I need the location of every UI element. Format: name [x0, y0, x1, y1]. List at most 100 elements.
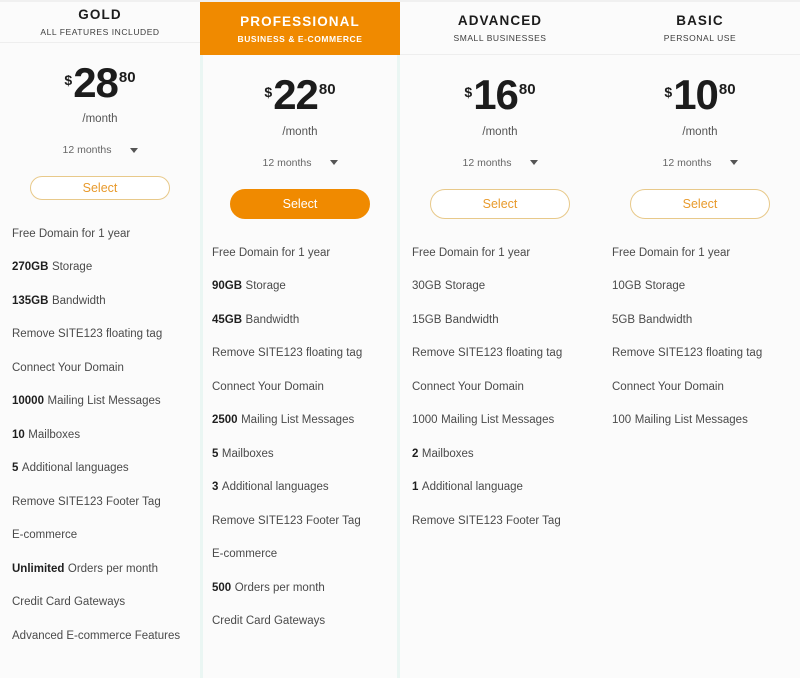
feature-item: Remove SITE123 floating tag [12, 327, 188, 361]
feature-item: 100 Mailing List Messages [612, 413, 788, 447]
feature-item: Remove SITE123 Footer Tag [212, 514, 388, 548]
feature-label: Storage [245, 280, 286, 293]
feature-item: Credit Card Gateways [212, 614, 388, 648]
feature-label: Credit Card Gateways [12, 596, 126, 608]
feature-item: Remove SITE123 floating tag [612, 346, 788, 380]
price-amount: 10 [673, 71, 719, 118]
feature-item: Remove SITE123 floating tag [412, 346, 588, 380]
plan-column-basic: BASIC PERSONAL USE $10 80/month 12 months Sel… [600, 0, 800, 678]
feature-value: 3 [212, 481, 219, 494]
feature-item: Connect Your Domain [412, 380, 588, 414]
plan-header: BASIC PERSONAL USE [600, 2, 800, 55]
currency-symbol: $ [64, 71, 73, 88]
pricing-table: GOLD ALL FEATURES INCLUDED $28 80/month 12 m… [0, 0, 800, 680]
feature-item: 10000 Mailing List Messages [12, 394, 188, 428]
feature-item: 5GB Bandwidth [612, 313, 788, 347]
billing-term-dropdown[interactable]: 12 months [262, 157, 338, 169]
feature-item: E-commerce [212, 547, 388, 581]
feature-value: 45GB [212, 313, 243, 326]
feature-label: Storage [444, 280, 486, 293]
feature-value: 2 [412, 447, 419, 460]
select-plan-button[interactable]: Select [430, 188, 570, 219]
price-block: $28 80/month [0, 58, 200, 125]
price-block: $16 80/month [400, 74, 600, 138]
chevron-down-icon [329, 160, 338, 166]
feature-value: 10GB [612, 280, 642, 293]
feature-item: 3 Additional languages [212, 480, 388, 514]
feature-value: 100 [612, 414, 632, 427]
feature-value: 5GB [612, 313, 636, 326]
feature-label: Mailing List Messages [47, 395, 161, 407]
billing-term-dropdown[interactable]: 12 months [62, 144, 138, 156]
feature-list: Free Domain for 1 year 10GB Storage 5GB Band… [600, 246, 800, 447]
feature-item: 10 Mailboxes [12, 428, 188, 462]
feature-value: 30GB [412, 280, 442, 293]
feature-label: Mailboxes [221, 447, 274, 460]
feature-item: 1 Additional language [412, 480, 588, 514]
feature-list: Free Domain for 1 year 30GB Storage 15GB Ban… [400, 246, 600, 548]
billing-term-dropdown[interactable]: 12 months [662, 157, 738, 169]
feature-label: Orders per month [234, 581, 325, 594]
feature-value: 2500 [212, 414, 238, 427]
feature-label: E-commerce [12, 529, 78, 541]
feature-label: Bandwidth [444, 313, 499, 326]
feature-list: Free Domain for 1 year 270GB Storage 135GB B… [0, 227, 200, 663]
feature-label: Mailboxes [28, 428, 81, 441]
feature-label: Additional languages [221, 481, 329, 494]
feature-label: Bandwidth [51, 294, 106, 307]
price-amount: 22 [273, 71, 319, 118]
select-plan-button[interactable]: Select [30, 176, 170, 200]
select-plan-button[interactable]: Select [630, 188, 770, 219]
feature-item: 135GB Bandwidth [12, 294, 188, 328]
price-cents: 80 [118, 68, 136, 86]
feature-label: E-commerce [212, 548, 278, 561]
feature-value: 90GB [212, 280, 243, 293]
feature-label: Mailing List Messages [634, 414, 748, 427]
feature-label: Remove SITE123 floating tag [612, 347, 763, 360]
feature-value: Unlimited [12, 562, 65, 575]
plan-name: GOLD [78, 6, 122, 22]
feature-label: Storage [51, 261, 93, 273]
billing-term-dropdown[interactable]: 12 months [462, 156, 538, 169]
feature-item: 500 Orders per month [212, 581, 388, 615]
feature-label: Mailing List Messages [441, 414, 555, 427]
feature-item: 15GB Bandwidth [412, 313, 588, 347]
feature-value: 1 [412, 481, 419, 494]
currency-symbol: $ [464, 84, 473, 100]
feature-item: 90GB Storage [212, 279, 388, 313]
feature-item: Connect Your Domain [212, 380, 388, 414]
plan-tagline: PERSONAL USE [663, 33, 737, 43]
feature-item: 5 Additional languages [12, 461, 188, 495]
feature-label: Bandwidth [245, 313, 300, 326]
price-amount: 28 [73, 58, 119, 106]
feature-value: 270GB [12, 261, 49, 273]
select-plan-button[interactable]: Select [230, 188, 370, 219]
feature-value: 500 [212, 581, 232, 594]
feature-item: Free Domain for 1 year [12, 227, 188, 261]
feature-item: Free Domain for 1 year [212, 246, 388, 280]
price-block: $22 80/month [200, 71, 400, 138]
price-period: /month [282, 125, 318, 138]
price-period: /month [482, 125, 518, 138]
price-period: /month [682, 125, 718, 138]
feature-item: 1000 Mailing List Messages [412, 413, 588, 447]
plan-tagline: BUSINESS & E-COMMERCE [237, 33, 363, 44]
billing-term-label: 12 months [462, 156, 512, 169]
plan-column-gold: GOLD ALL FEATURES INCLUDED $28 80/month 12 m… [0, 0, 204, 680]
feature-item: 2500 Mailing List Messages [212, 413, 388, 447]
feature-label: Remove SITE123 floating tag [12, 328, 163, 340]
feature-item: 10GB Storage [612, 279, 788, 313]
chevron-down-icon [529, 160, 538, 166]
feature-value: 10 [12, 428, 25, 441]
feature-label: Remove SITE123 floating tag [212, 347, 363, 360]
feature-label: Connect Your Domain [212, 380, 324, 393]
plan-column-advanced: ADVANCED SMALL BUSINESSES $16 80/month 12 mo… [400, 0, 604, 680]
plan-tagline: ALL FEATURES INCLUDED [40, 26, 160, 37]
feature-label: Connect Your Domain [12, 361, 124, 374]
feature-item: Remove SITE123 Footer Tag [412, 514, 588, 548]
feature-value: 15GB [412, 313, 442, 326]
feature-value: 5 [12, 462, 19, 474]
feature-label: Bandwidth [638, 313, 693, 326]
feature-label: Advanced E-commerce Features [12, 629, 181, 642]
price-cents: 80 [718, 81, 736, 98]
